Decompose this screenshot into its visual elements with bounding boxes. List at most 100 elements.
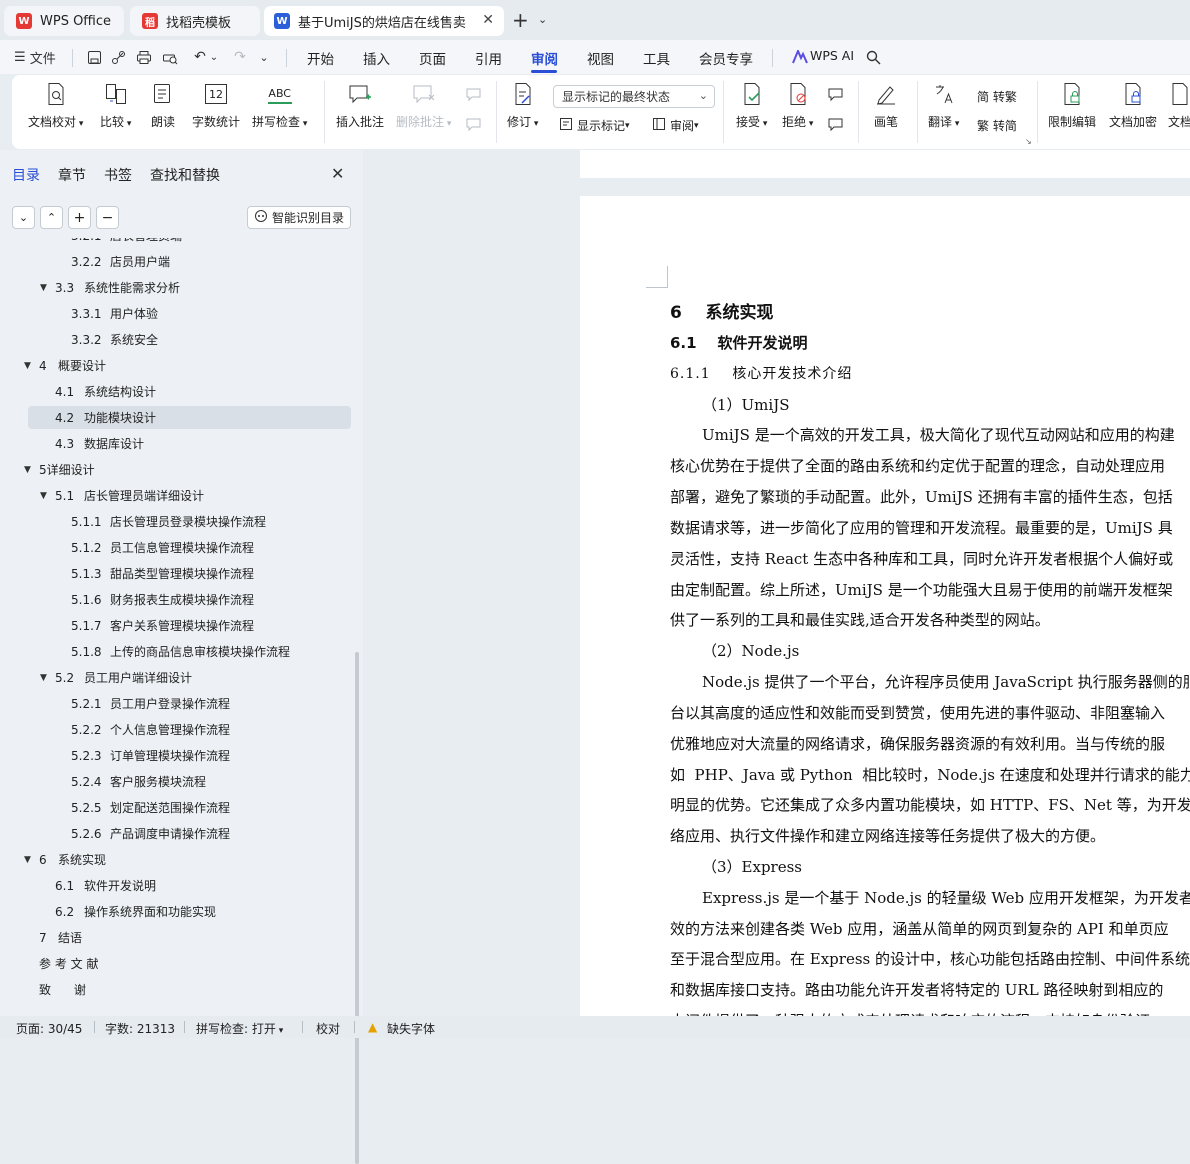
- panel-tab-bookmarks[interactable]: 书签: [104, 165, 132, 185]
- show-markup-button[interactable]: 显示标记 ▾: [559, 117, 630, 134]
- toc-item[interactable]: 3.2.1 店长管理员端: [28, 238, 351, 247]
- toc-item[interactable]: 5.2.1 员工用户登录操作流程: [28, 692, 351, 715]
- close-icon[interactable]: ✕: [331, 164, 344, 183]
- compare-button[interactable]: 比较 ▾: [100, 81, 131, 130]
- translate-button[interactable]: 翻译 ▾: [928, 81, 959, 130]
- chevron-down-icon[interactable]: ⌄: [538, 13, 547, 26]
- toc-item[interactable]: 4.3 数据库设计: [28, 432, 351, 455]
- menu-member[interactable]: 会员专享: [699, 48, 753, 68]
- file-menu[interactable]: ☰ 文件: [14, 46, 56, 68]
- share-icon[interactable]: [108, 46, 128, 68]
- accept-button[interactable]: 接受 ▾: [736, 81, 767, 130]
- toc-item[interactable]: 5.1.3 甜品类型管理模块操作流程: [28, 562, 351, 585]
- toc-item[interactable]: 参 考 文 献: [28, 952, 351, 975]
- to-simplified-button[interactable]: 繁 转简: [977, 117, 1017, 134]
- menu-page[interactable]: 页面: [419, 48, 446, 68]
- toc-item[interactable]: 4.1 系统结构设计: [28, 380, 351, 403]
- smart-toc-button[interactable]: 智能识别目录: [247, 206, 351, 229]
- spell-check-button[interactable]: ABC 拼写检查 ▾: [252, 81, 307, 130]
- collapse-up-button[interactable]: ⌃: [40, 206, 63, 229]
- prev-change-icon[interactable]: [827, 87, 845, 103]
- save-icon[interactable]: [84, 46, 104, 68]
- toc-item[interactable]: ▼ 5.1 店长管理员端详细设计: [28, 484, 351, 507]
- spell-check-status[interactable]: 拼写检查: 打开 ▾: [196, 1020, 283, 1037]
- toc-item[interactable]: 5.2.3 订单管理模块操作流程: [28, 744, 351, 767]
- doc-proof-button[interactable]: 文档校对 ▾: [28, 81, 83, 130]
- add-heading-button[interactable]: +: [68, 206, 91, 229]
- expand-arrow-icon[interactable]: ▼: [40, 283, 47, 293]
- read-aloud-button[interactable]: 朗读: [151, 81, 175, 130]
- expand-arrow-icon[interactable]: ▼: [40, 673, 47, 683]
- more-tools-chevron-icon[interactable]: ⌄: [256, 46, 272, 68]
- toc-item[interactable]: 5.1.1 店长管理员登录模块操作流程: [28, 510, 351, 533]
- expand-arrow-icon[interactable]: ▼: [24, 855, 31, 865]
- menu-start[interactable]: 开始: [307, 48, 334, 68]
- menu-reference[interactable]: 引用: [475, 48, 502, 68]
- print-preview-icon[interactable]: [160, 46, 180, 68]
- toc-item[interactable]: 7 结语: [28, 926, 351, 949]
- menu-review[interactable]: 审阅: [531, 48, 558, 68]
- toc-item[interactable]: ▼ 6 系统实现: [24, 848, 351, 871]
- new-tab-icon[interactable]: +: [512, 8, 529, 32]
- toc-item[interactable]: ▼ 5.2 员工用户端详细设计: [28, 666, 351, 689]
- toc-item[interactable]: 3.3.2 系统安全: [28, 328, 351, 351]
- toc-item[interactable]: 5.2.6 产品调度申请操作流程: [28, 822, 351, 845]
- to-traditional-button[interactable]: 简 转繁: [977, 88, 1017, 105]
- toc-item[interactable]: 4.2 功能模块设计: [28, 406, 351, 429]
- toc-item[interactable]: 5.2.2 个人信息管理操作流程: [28, 718, 351, 741]
- toc-item[interactable]: 5.1.8 上传的商品信息审核模块操作流程: [28, 640, 351, 663]
- panel-tab-find-replace[interactable]: 查找和替换: [150, 165, 220, 185]
- toc-item[interactable]: 6.2 操作系统界面和功能实现: [28, 900, 351, 923]
- print-icon[interactable]: [134, 46, 154, 68]
- expand-arrow-icon[interactable]: ▼: [24, 361, 31, 371]
- doc-more-button[interactable]: 文档: [1168, 81, 1190, 130]
- markup-state-select[interactable]: 显示标记的最终状态 ⌄: [553, 85, 715, 108]
- next-change-icon[interactable]: [827, 117, 845, 133]
- expand-arrow-icon[interactable]: ▼: [24, 465, 31, 475]
- expand-group-icon[interactable]: ↘: [1025, 137, 1032, 146]
- word-count-indicator[interactable]: 字数: 21313: [105, 1020, 175, 1037]
- tab-wps-office[interactable]: W WPS Office: [4, 6, 124, 36]
- toc-item[interactable]: 3.3.1 用户体验: [28, 302, 351, 325]
- collapse-down-button[interactable]: ⌄: [12, 206, 35, 229]
- word-count-button[interactable]: 12 字数统计: [192, 81, 240, 130]
- search-icon[interactable]: [864, 46, 882, 68]
- toc-item[interactable]: 3.2.2 店员用户端: [28, 250, 351, 273]
- toc-item[interactable]: 6.1 软件开发说明: [28, 874, 351, 897]
- document-page[interactable]: 6 系统实现 6.1 软件开发说明 6.1.1 核心开发技术介绍 （1）UmiJS Um…: [580, 196, 1190, 1016]
- toc-item[interactable]: 5.2.5 划定配送范围操作流程: [28, 796, 351, 819]
- toc-item[interactable]: ▼ 5详细设计: [24, 458, 351, 481]
- toc-item[interactable]: 5.2.4 客户服务模块流程: [28, 770, 351, 793]
- review-pane-button[interactable]: 审阅 ▾: [652, 117, 699, 134]
- page-indicator[interactable]: 页面: 30/45: [16, 1020, 82, 1037]
- tab-template[interactable]: 稻 找稻壳模板: [130, 6, 260, 36]
- close-tab-icon[interactable]: ✕: [482, 12, 494, 28]
- toc-item[interactable]: 5.1.2 员工信息管理模块操作流程: [28, 536, 351, 559]
- panel-scrollbar[interactable]: [355, 652, 359, 1164]
- menu-tools[interactable]: 工具: [643, 48, 670, 68]
- undo-icon[interactable]: ↶: [190, 46, 210, 68]
- track-changes-button[interactable]: 修订 ▾: [507, 81, 538, 130]
- toc-item[interactable]: 致 谢: [28, 978, 351, 1001]
- reject-button[interactable]: 拒绝 ▾: [782, 81, 813, 130]
- insert-comment-button[interactable]: 插入批注: [336, 81, 384, 130]
- expand-arrow-icon[interactable]: ▼: [40, 491, 47, 501]
- toc-item[interactable]: ▼ 3.3 系统性能需求分析: [28, 276, 351, 299]
- tab-document[interactable]: W 基于UmiJS的烘焙店在线售卖 ✕: [264, 6, 504, 36]
- menu-insert[interactable]: 插入: [363, 48, 390, 68]
- toc-item[interactable]: 5.1.7 客户关系管理模块操作流程: [28, 614, 351, 637]
- panel-tab-chapters[interactable]: 章节: [58, 165, 86, 185]
- proof-status[interactable]: 校对: [316, 1020, 340, 1037]
- toc-item[interactable]: ▼ 4 概要设计: [24, 354, 351, 377]
- missing-font-status[interactable]: 缺失字体: [387, 1020, 435, 1037]
- ink-button[interactable]: 画笔: [874, 81, 898, 130]
- toc-item[interactable]: 5.1.6 财务报表生成模块操作流程: [28, 588, 351, 611]
- menu-wps-ai[interactable]: WPS AI: [810, 48, 854, 63]
- menu-view[interactable]: 视图: [587, 48, 614, 68]
- encrypt-button[interactable]: 文档加密: [1109, 81, 1157, 130]
- wps-ai-icon[interactable]: [790, 46, 810, 68]
- panel-tab-toc[interactable]: 目录: [12, 165, 40, 185]
- undo-dropdown-icon[interactable]: ⌄: [208, 46, 220, 68]
- remove-heading-button[interactable]: −: [96, 206, 119, 229]
- restrict-editing-button[interactable]: 限制编辑: [1048, 81, 1096, 130]
